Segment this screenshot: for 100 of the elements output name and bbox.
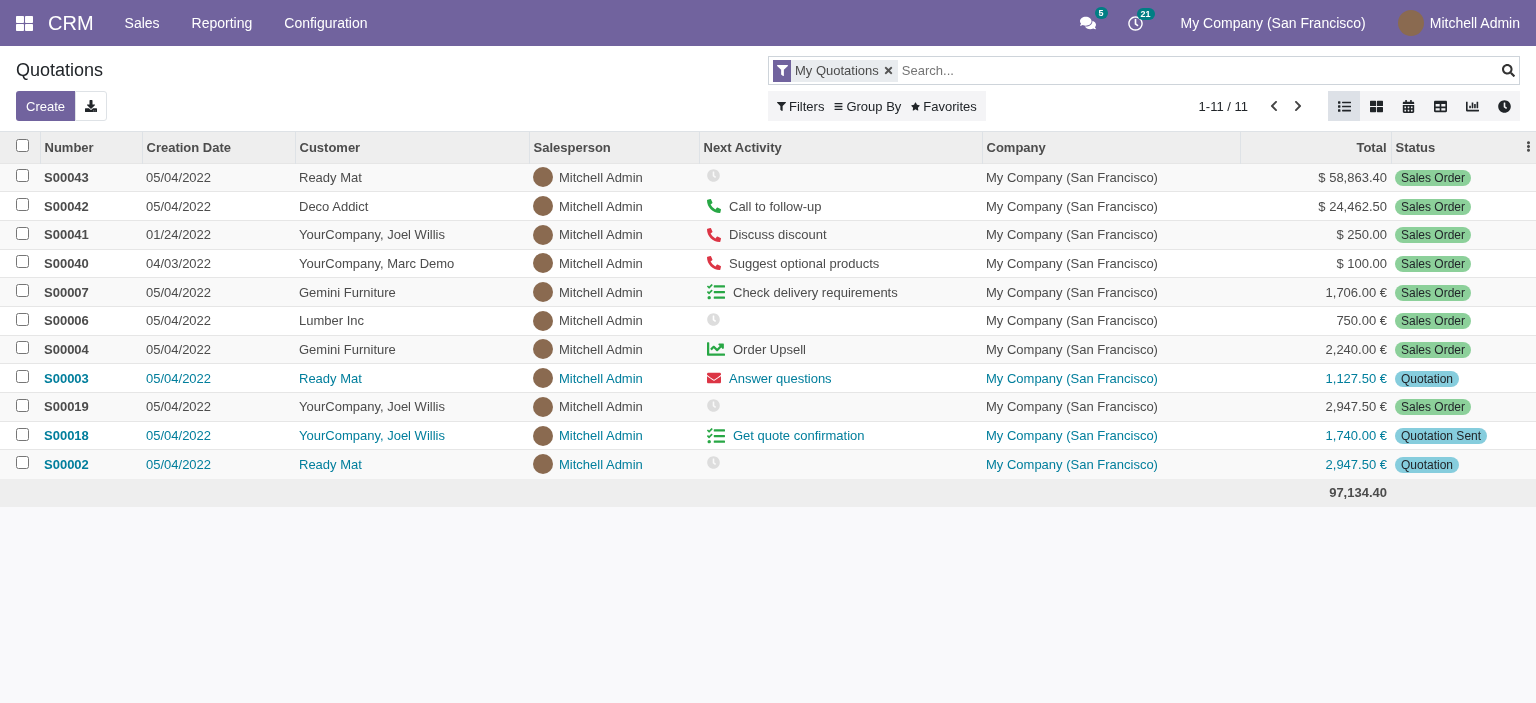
checkbox[interactable] [16,139,29,153]
filters-button[interactable]: Filters [772,98,830,114]
phone-icon[interactable] [707,256,721,271]
checkbox[interactable] [16,169,29,183]
checkbox[interactable] [16,226,29,240]
column-header[interactable]: Customer [299,139,361,155]
table-cell: Ready Mat [299,370,362,386]
company-switcher[interactable]: My Company (San Francisco) [1180,15,1366,31]
calendar-view-icon [1401,99,1415,113]
download-button[interactable] [75,91,108,121]
sum-total: 97,134.40 [1329,485,1387,501]
avatar [533,167,553,188]
list-view-button[interactable] [1328,91,1360,121]
favorites-button[interactable]: Favorites [906,98,982,114]
table-cell: 750.00 € [1336,313,1387,329]
table-cell: 04/03/2022 [146,255,212,271]
table-cell: S00043 [44,169,89,185]
checkbox[interactable] [16,427,29,441]
envelope-icon[interactable] [707,371,721,386]
bar-chart-icon [1465,99,1479,113]
avatar [533,339,553,360]
table-cell: Mitchell Admin [559,313,643,329]
status-badge: Sales Order [1395,341,1472,358]
status-badge: Sales Order [1395,284,1472,301]
table-cell: S00004 [44,341,89,357]
checkbox[interactable] [16,398,29,412]
app-title[interactable]: CRM [48,11,94,35]
list-view-icon [1337,99,1351,113]
task-list-icon[interactable] [707,426,725,445]
table-cell: My Company (San Francisco) [986,198,1158,214]
table-cell: 2,947.50 € [1325,456,1387,472]
task-list-icon[interactable] [707,283,725,302]
table-cell: Gemini Furniture [299,284,396,300]
status-badge: Sales Order [1395,227,1472,244]
column-header[interactable]: Company [986,139,1046,155]
table-cell: YourCompany, Joel Willis [299,227,445,243]
table-cell: 2,240.00 € [1325,341,1387,357]
checkbox[interactable] [16,341,29,355]
search-field[interactable]: My Quotations Search... [768,56,1520,85]
avatar [533,454,553,475]
group-by-button[interactable]: Group By [829,98,907,114]
clock-icon[interactable] [1127,15,1143,31]
table-cell: $ 24,462.50 [1318,198,1387,214]
table-cell: Mitchell Admin [559,169,643,185]
phone-icon[interactable] [707,227,721,242]
table-cell: 05/04/2022 [146,370,212,386]
table-cell: Mitchell Admin [559,198,643,214]
table-cell: 05/04/2022 [146,313,212,329]
table-cell: S00007 [44,284,89,300]
status-badge: Sales Order [1395,169,1472,186]
kanban-view-icon [1369,99,1383,113]
status-badge: Quotation Sent [1395,428,1488,445]
avatar [533,196,553,217]
checkbox[interactable] [16,370,29,384]
count-badge: 21 [1136,7,1155,20]
avatar [533,368,553,389]
activity-label: Call to follow-up [729,198,822,214]
table-cell: 1,740.00 € [1325,428,1387,444]
search-icon[interactable] [1502,64,1515,77]
menu-item[interactable]: Configuration [284,15,368,31]
table-cell: S00019 [44,399,89,415]
create-button[interactable]: Create [16,91,76,121]
table-cell: 05/04/2022 [146,428,212,444]
table-cell: 05/04/2022 [146,198,212,214]
column-header[interactable]: Status [1395,139,1436,155]
status-badge: Sales Order [1395,198,1472,215]
column-header[interactable]: Next Activity [703,139,782,155]
trend-chart-icon[interactable] [707,340,725,359]
table-cell: 05/04/2022 [146,456,212,472]
pager-value[interactable]: 1-11 / 11 [1198,98,1248,114]
table-cell: S00006 [44,313,89,329]
activity-label: Suggest optional products [729,255,880,271]
table-cell: 05/04/2022 [146,399,212,415]
status-badge: Sales Order [1395,313,1472,330]
menu-item[interactable]: Sales [124,15,160,31]
table-cell: My Company (San Francisco) [986,428,1158,444]
filter-facet[interactable]: My Quotations [773,59,898,82]
checkbox[interactable] [16,312,29,326]
filter-icon [776,65,788,76]
avatar [533,224,553,245]
menu-item[interactable]: Reporting [191,15,253,31]
checkbox[interactable] [16,456,29,470]
apps-menu-icon[interactable] [16,14,33,32]
user-menu[interactable]: Mitchell Admin [1429,15,1520,31]
phone-icon[interactable] [707,199,721,214]
checkbox[interactable] [16,284,29,298]
checkbox[interactable] [16,198,29,212]
table-cell: Ready Mat [299,456,362,472]
table-cell: S00041 [44,227,89,243]
chat-icon[interactable] [1079,15,1096,31]
column-header[interactable]: Total [1356,139,1387,155]
table-cell: My Company (San Francisco) [986,227,1158,243]
table-cell: 1,706.00 € [1325,284,1387,300]
checkbox[interactable] [16,255,29,269]
table-cell: $ 250.00 [1336,227,1387,243]
clock-icon [1497,99,1511,113]
table-view-icon [1433,99,1447,113]
table-cell: Mitchell Admin [559,284,643,300]
close-icon[interactable] [882,65,894,76]
table-cell: 05/04/2022 [146,341,212,357]
